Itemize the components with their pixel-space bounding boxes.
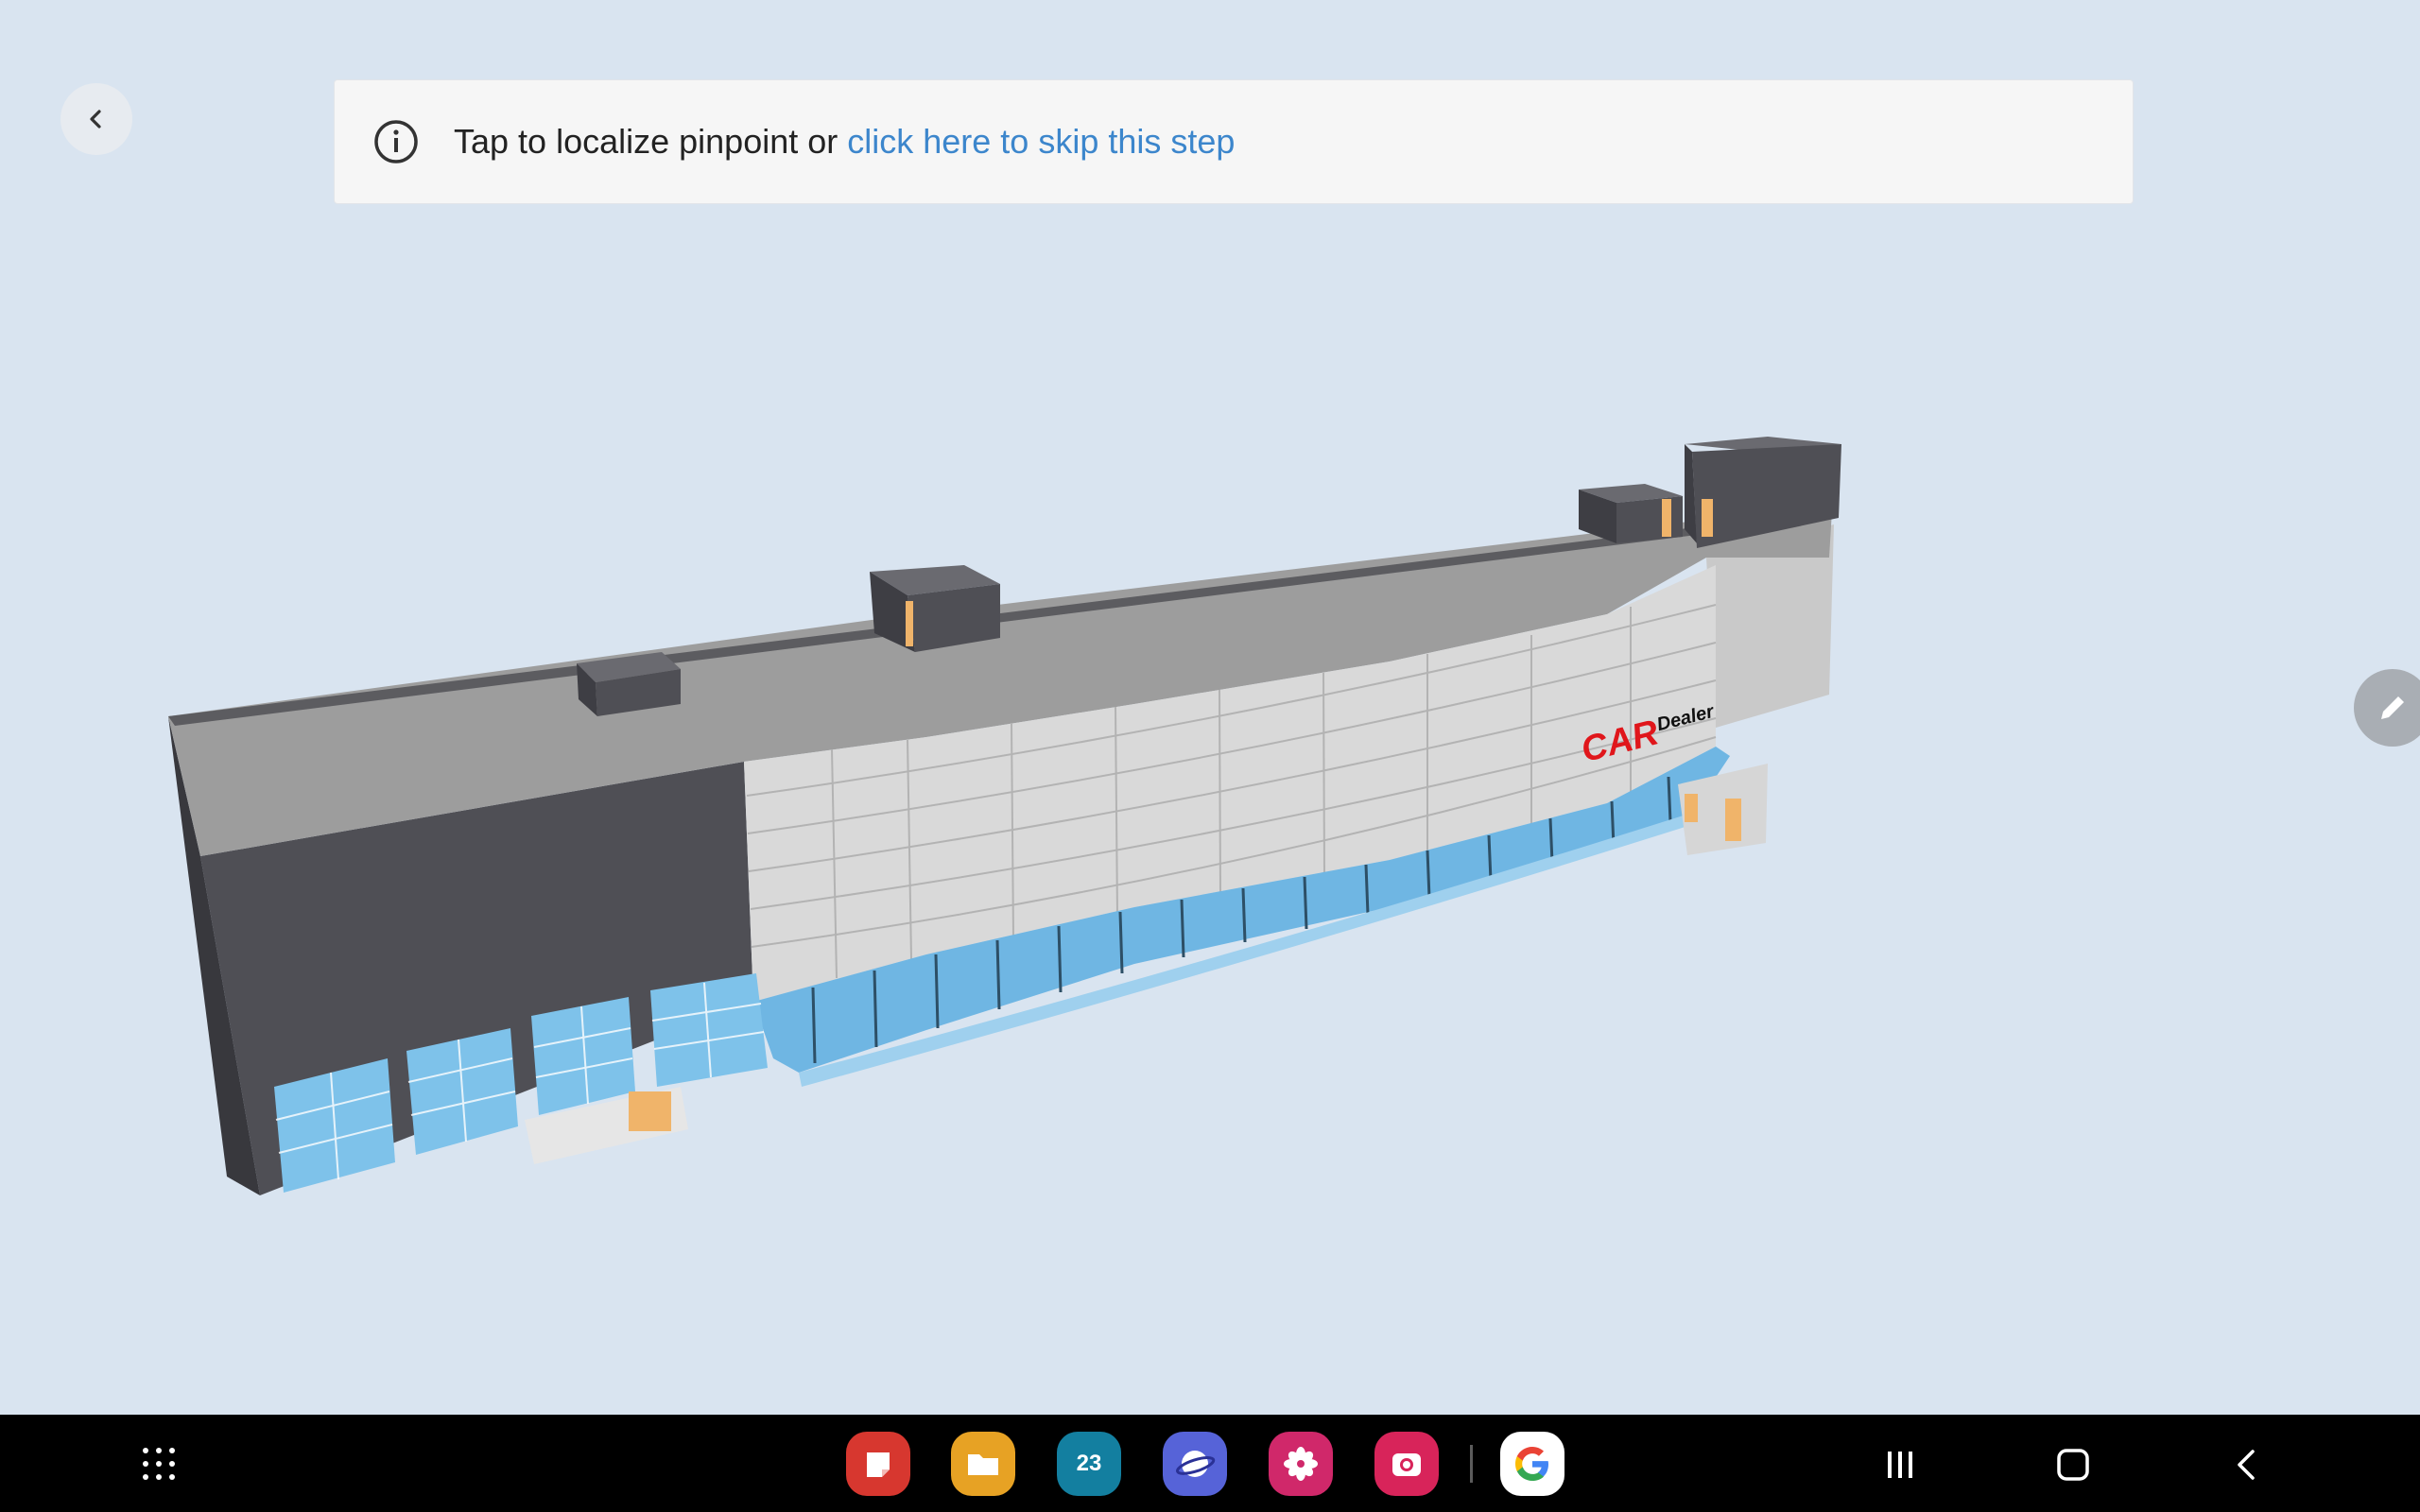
calendar-date: 23 bbox=[1076, 1451, 1102, 1476]
west-entrance-door bbox=[629, 1091, 671, 1131]
home-icon[interactable] bbox=[2049, 1441, 2097, 1488]
internet-app-icon[interactable] bbox=[1163, 1432, 1227, 1496]
back-icon[interactable] bbox=[2223, 1441, 2271, 1488]
building-3d-model[interactable]: CAR Dealer bbox=[0, 0, 2420, 1415]
east-side-door bbox=[1685, 794, 1698, 822]
recents-icon[interactable] bbox=[1876, 1441, 1924, 1488]
pencil-icon bbox=[2381, 696, 2404, 719]
camera-app-icon[interactable] bbox=[1374, 1432, 1439, 1496]
gallery-app-icon[interactable] bbox=[1269, 1432, 1333, 1496]
dock-divider bbox=[1470, 1445, 1473, 1483]
files-app-icon[interactable] bbox=[951, 1432, 1015, 1496]
calendar-app-icon[interactable]: 23 bbox=[1057, 1432, 1121, 1496]
east-entrance-door bbox=[1725, 799, 1741, 841]
google-app-icon[interactable] bbox=[1500, 1432, 1564, 1496]
notes-app-icon[interactable] bbox=[846, 1432, 910, 1496]
apps-grid-icon[interactable] bbox=[140, 1445, 178, 1483]
system-taskbar: 23 bbox=[0, 1415, 2420, 1512]
